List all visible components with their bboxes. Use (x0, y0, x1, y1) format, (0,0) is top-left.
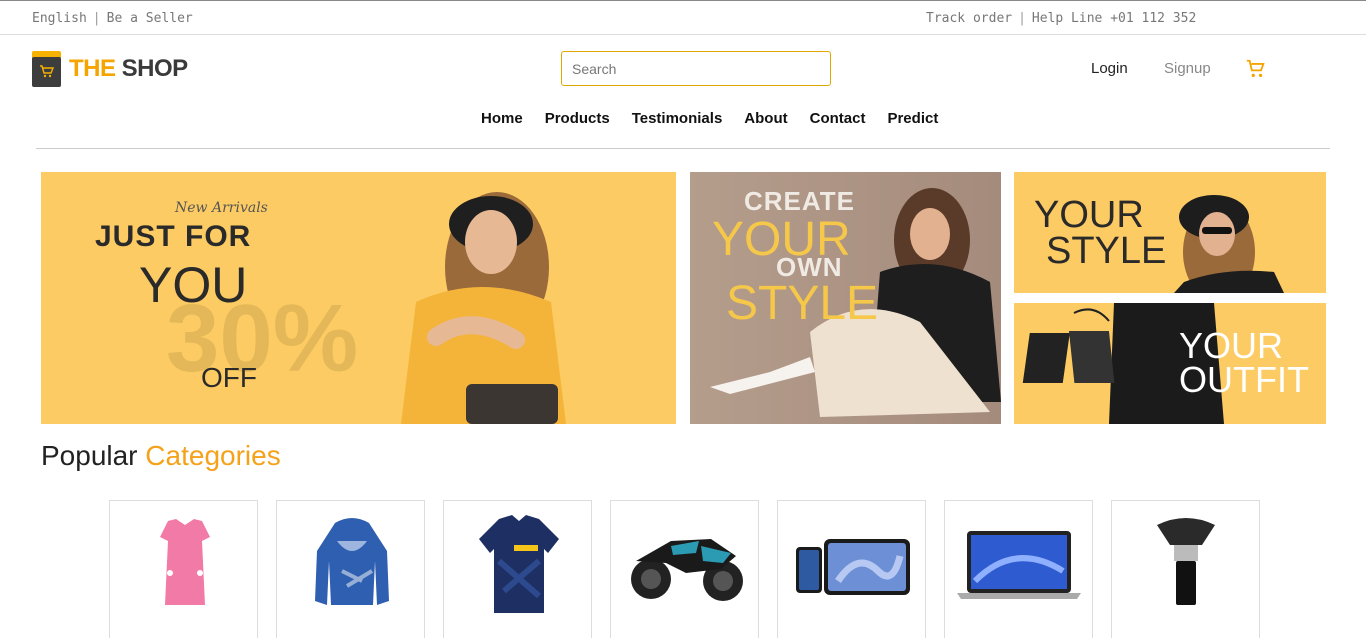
banner-create-your-own-style[interactable]: CREATE YOUR OWN STYLE (690, 172, 1001, 424)
login-link[interactable]: Login (1091, 60, 1128, 77)
cart-icon[interactable] (1245, 58, 1267, 85)
category-hoodie[interactable] (276, 500, 425, 638)
makeup-brush-icon (1157, 518, 1215, 605)
help-line: Help Line +01 112 352 (1031, 11, 1197, 26)
site-logo[interactable]: THE SHOP (32, 51, 188, 87)
track-order-link[interactable]: Track order (926, 11, 1012, 26)
motorbike-icon (631, 539, 743, 601)
jersey-icon (479, 515, 559, 613)
nav-products[interactable]: Products (545, 110, 610, 127)
brand-name: THE SHOP (69, 55, 188, 82)
divider (36, 148, 1330, 149)
search-input[interactable] (561, 51, 831, 86)
banner-your-outfit[interactable]: YOUR OUTFIT (1014, 303, 1326, 424)
nav-predict[interactable]: Predict (887, 110, 938, 127)
category-tablet[interactable] (777, 500, 926, 638)
banner-style: STYLE (1046, 230, 1167, 272)
be-a-seller-link[interactable]: Be a Seller (107, 11, 193, 26)
category-laptop[interactable] (944, 500, 1093, 638)
category-dress[interactable] (109, 500, 258, 638)
dress-icon (160, 519, 210, 605)
top-bar-right: Track order | Help Line +01 112 352 (926, 11, 1197, 26)
main-nav: Home Products Testimonials About Contact… (481, 110, 960, 127)
shopping-cart-icon (32, 51, 61, 87)
banner-outfit: OUTFIT (1179, 359, 1309, 400)
nav-testimonials[interactable]: Testimonials (632, 110, 723, 127)
language-link[interactable]: English (32, 11, 87, 26)
nav-about[interactable]: About (744, 110, 787, 127)
nav-home[interactable]: Home (481, 110, 523, 127)
banner-style: STYLE (726, 277, 879, 330)
category-list (109, 500, 1278, 638)
banner-new-arrivals[interactable]: 30% New Arrivals JUST FOR YOU OFF (41, 172, 676, 424)
category-jersey[interactable] (443, 500, 592, 638)
category-makeup-brush[interactable] (1111, 500, 1260, 638)
tablet-icon (796, 539, 910, 595)
banner-your-style[interactable]: YOUR STYLE (1014, 172, 1326, 293)
nav-contact[interactable]: Contact (810, 110, 866, 127)
laptop-icon (957, 531, 1081, 599)
popular-categories-title: Popular Categories (41, 440, 281, 471)
hoodie-icon (315, 518, 389, 605)
category-motorbike[interactable] (610, 500, 759, 638)
signup-link[interactable]: Signup (1164, 60, 1211, 77)
top-bar: English | Be a Seller Track order | Help Lin… (0, 0, 1366, 35)
model-image (401, 192, 566, 424)
top-bar-left: English | Be a Seller (32, 11, 193, 26)
